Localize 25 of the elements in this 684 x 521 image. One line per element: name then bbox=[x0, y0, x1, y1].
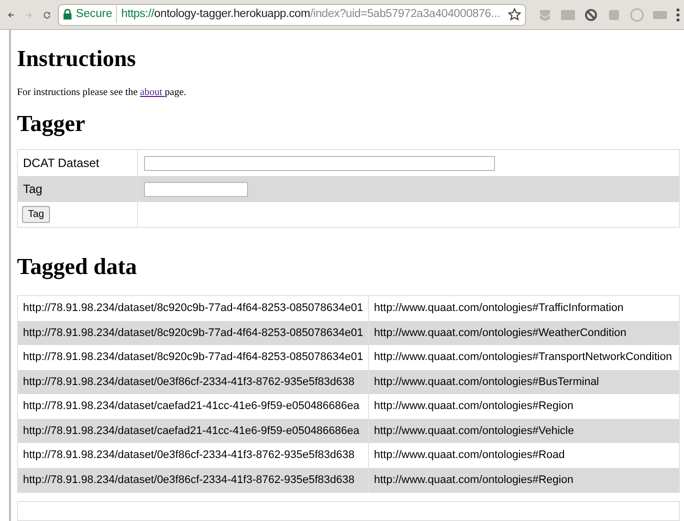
table-cell-text: http://www.quaat.com/ontologies#Region bbox=[373, 399, 574, 414]
section-heading: Instructions bbox=[17, 45, 137, 73]
field-label: Tag bbox=[18, 176, 138, 202]
section-heading: Tagged data bbox=[17, 253, 138, 282]
table-cell-text: http://www.quaat.com/ontologies#TransportNetworkCondition bbox=[373, 350, 673, 365]
table-cell-text: http://www.quaat.com/ontologies#Road bbox=[373, 448, 566, 463]
table-cell-text: http://www.quaat.com/ontologies#TrafficInformation bbox=[373, 301, 624, 316]
lock-icon bbox=[62, 9, 72, 20]
section-heading: Tagger bbox=[17, 110, 86, 138]
table-cell-text: http://www.quaat.com/ontologies#BusTerminal bbox=[373, 374, 600, 390]
tag-button[interactable]: Tag bbox=[22, 206, 50, 223]
instructions-text: For instructions please see the about page. bbox=[17, 86, 188, 100]
about-link[interactable]: about bbox=[140, 87, 165, 98]
url-text: https://ontology-tagger.herokuapp.com/index?uid=5ab57972a3a404000876... bbox=[121, 6, 500, 22]
table-cell-text: http://www.quaat.com/ontologies#WeatherCondition bbox=[373, 326, 628, 340]
input-field[interactable] bbox=[144, 182, 248, 196]
address-bar[interactable]: Secure https://ontology-tagger.herokuapp.com/index?uid=5ab57972a3a404000876... bbox=[58, 4, 526, 26]
input-field[interactable] bbox=[144, 156, 495, 170]
star-icon[interactable] bbox=[508, 8, 521, 21]
security-label: Secure bbox=[76, 6, 118, 24]
table-cell-text: http://www.quaat.com/ontologies#Region bbox=[373, 472, 574, 488]
table-cell: http://78.91.98.234/dataset/0e3f86cf-2334-41f3-8762-935e5f83d638 bbox=[18, 468, 369, 492]
table-cell-text: http://www.quaat.com/ontologies#Vehicle bbox=[373, 424, 575, 438]
menu-icon[interactable] bbox=[676, 8, 680, 22]
extension-icon[interactable] bbox=[584, 8, 598, 22]
